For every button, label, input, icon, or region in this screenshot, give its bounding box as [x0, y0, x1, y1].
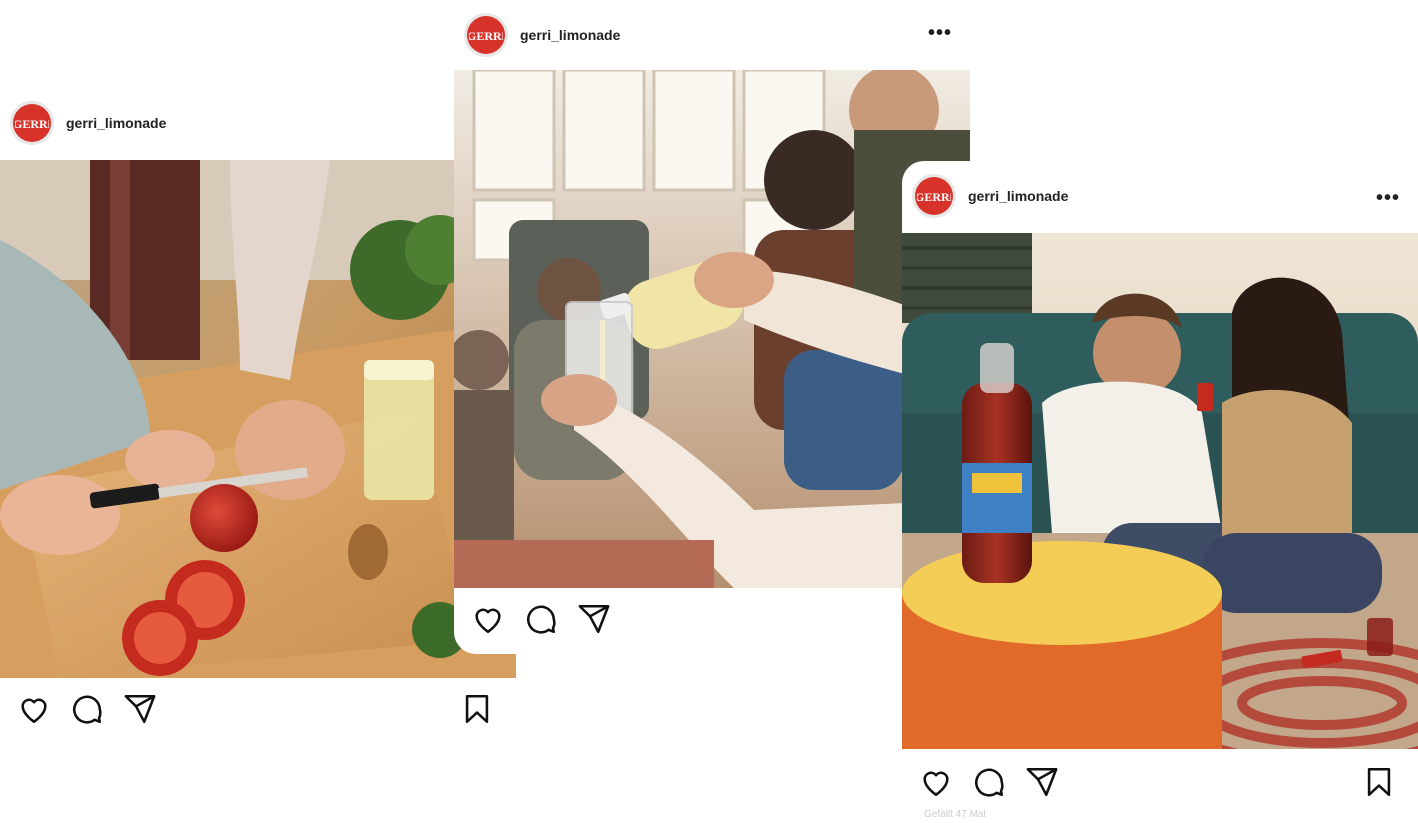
svg-text:GERRi: GERRi: [917, 190, 951, 204]
post-image[interactable]: [902, 233, 1418, 749]
likes-count: Gefällt 47 Mal: [924, 809, 986, 820]
action-bar: [454, 590, 970, 650]
heart-icon[interactable]: [919, 765, 953, 799]
svg-text:GERRi: GERRi: [15, 117, 49, 131]
username[interactable]: gerri_limonade: [66, 115, 166, 131]
username[interactable]: gerri_limonade: [968, 188, 1068, 204]
heart-icon[interactable]: [17, 692, 51, 726]
username[interactable]: gerri_limonade: [520, 27, 620, 43]
comment-icon[interactable]: [972, 765, 1006, 799]
avatar[interactable]: GERRi: [464, 13, 508, 57]
comment-icon[interactable]: [524, 602, 558, 636]
send-icon[interactable]: [577, 602, 611, 636]
heart-icon[interactable]: [471, 602, 505, 636]
post-card-1: GERRi gerri_limonade: [0, 88, 516, 817]
more-options-icon[interactable]: •••: [928, 22, 952, 45]
comment-icon[interactable]: [70, 692, 104, 726]
more-options-icon[interactable]: •••: [1376, 187, 1400, 210]
brand-logo-icon: GERRi: [469, 29, 503, 43]
post-image[interactable]: [0, 160, 516, 678]
post-card-2: GERRi gerri_limonade •••: [454, 0, 970, 654]
send-icon[interactable]: [1025, 765, 1059, 799]
svg-text:GERRi: GERRi: [469, 29, 503, 43]
post-image[interactable]: [454, 70, 970, 588]
brand-logo-icon: GERRi: [15, 117, 49, 131]
send-icon[interactable]: [123, 692, 157, 726]
post-header: GERRi gerri_limonade •••: [902, 161, 1418, 231]
avatar[interactable]: GERRi: [10, 101, 54, 145]
post-header: GERRi gerri_limonade •••: [454, 0, 970, 70]
action-bar: Gefällt 47 Mal: [902, 763, 1418, 823]
avatar[interactable]: GERRi: [912, 174, 956, 218]
bookmark-icon[interactable]: [460, 692, 494, 726]
bookmark-icon[interactable]: [1362, 765, 1396, 799]
post-card-3: GERRi gerri_limonade ••• Gefällt 47 Mal: [902, 161, 1418, 820]
brand-logo-icon: GERRi: [917, 190, 951, 204]
post-header: GERRi gerri_limonade: [0, 88, 516, 158]
action-bar: [0, 680, 516, 740]
